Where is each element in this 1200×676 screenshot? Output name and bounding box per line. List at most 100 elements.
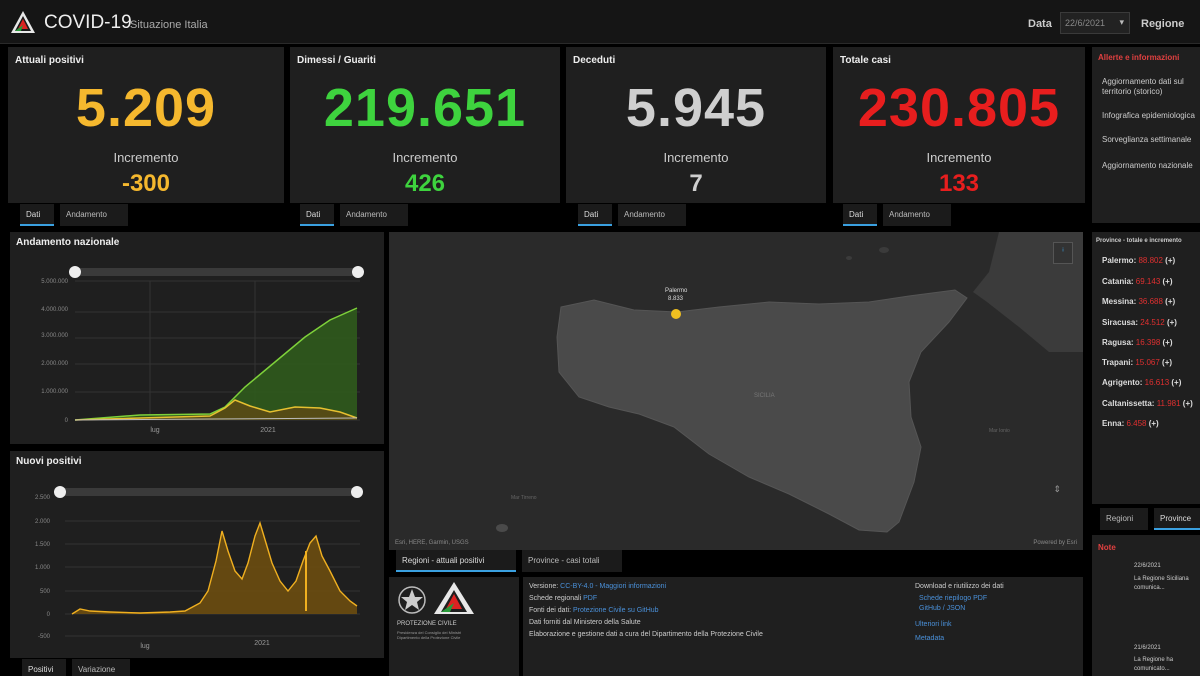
andamento-nazionale-chart: Andamento nazionale 5.000.000 4.000.000 … <box>10 232 384 444</box>
note-date: 22/6/2021 <box>1134 563 1161 569</box>
x-tick: 2021 <box>254 640 270 647</box>
kpi-tabs-3: Dati Andamento <box>578 204 698 226</box>
info-line: Schede regionali PDF <box>529 595 598 602</box>
tab-andamento[interactable]: Andamento <box>60 204 128 226</box>
map-canvas[interactable]: SICILIA Mar Tirreno Mar Ionio <box>389 232 1083 550</box>
y-tick: 4.000.000 <box>41 307 68 313</box>
kpi-value: 5.209 <box>75 78 217 138</box>
time-range-slider-track[interactable] <box>60 488 358 496</box>
kpi-increment-label: Incremento <box>926 150 992 165</box>
kpi-increment: 7 <box>689 170 703 197</box>
x-tick: lug <box>140 643 149 650</box>
time-range-slider-track[interactable] <box>75 268 359 276</box>
links-title: Download e riutilizzo dei dati <box>915 583 1004 590</box>
y-tick: 0 <box>47 612 51 618</box>
tab-dati[interactable]: Dati <box>300 204 334 226</box>
tab-dati[interactable]: Dati <box>843 204 877 226</box>
kpi-increment: 133 <box>938 170 980 197</box>
range-handle-end[interactable] <box>351 486 363 498</box>
zoom-icon[interactable]: ⇕ <box>1053 484 1061 495</box>
range-handle-start[interactable] <box>54 486 66 498</box>
kpi-title: Deceduti <box>573 55 616 66</box>
andamento-plot: 5.000.000 4.000.000 3.000.000 2.000.000 … <box>41 266 364 434</box>
range-handle-end[interactable] <box>352 266 364 278</box>
notes-panel: Note 22/6/2021 La Regione Siciliana comu… <box>1092 535 1200 676</box>
tab-dati[interactable]: Dati <box>578 204 612 226</box>
protezione-civile-logo <box>11 11 35 33</box>
tab-dati[interactable]: Dati <box>20 204 54 226</box>
tab-variazione[interactable]: Variazione <box>72 659 130 676</box>
y-tick: 1.000.000 <box>41 389 68 395</box>
italian-emblem-icon <box>398 586 426 614</box>
y-tick: 2.500 <box>35 495 51 501</box>
download-link[interactable]: Schede riepilogo PDF <box>919 595 987 602</box>
kpi-value: 219.651 <box>323 78 527 138</box>
download-link[interactable]: Metadata <box>915 635 944 642</box>
tab-province-casi-totali[interactable]: Province - casi totali <box>522 550 622 572</box>
tab-andamento[interactable]: Andamento <box>883 204 951 226</box>
y-tick: 3.000.000 <box>41 333 68 339</box>
date-select[interactable]: 22/6/2021 ▾ <box>1060 12 1130 34</box>
github-link[interactable]: Protezione Civile su GitHub <box>573 607 659 614</box>
range-handle-start[interactable] <box>69 266 81 278</box>
kpi-tabs-1: Dati Andamento <box>20 204 140 226</box>
alert-item[interactable]: Aggiornamento nazionale <box>1102 161 1193 170</box>
alert-item[interactable]: Sorveglianza settimanale <box>1102 135 1191 144</box>
y-tick: 1.500 <box>35 542 51 548</box>
palermo-value: 8.833 <box>668 296 684 302</box>
kpi-increment: 426 <box>404 170 446 197</box>
sidebar-tabs: Regioni Province <box>1100 508 1200 530</box>
alert-item[interactable]: Infografica epidemiologica <box>1102 111 1195 120</box>
palermo-marker[interactable] <box>671 309 681 319</box>
kpi-value: 5.945 <box>625 78 767 138</box>
tab-province[interactable]: Province <box>1154 508 1200 530</box>
palermo-label: Palermo <box>665 288 688 294</box>
province-row: Catania: 69.143 (+) <box>1102 277 1173 286</box>
tab-andamento[interactable]: Andamento <box>618 204 686 226</box>
kpi-totale-casi: Totale casi 230.805 Incremento 133 <box>833 47 1085 203</box>
alert-item[interactable]: Aggiornamento dati sul territorio (stori… <box>1102 77 1198 97</box>
tab-positivi[interactable]: Positivi <box>22 659 66 676</box>
info-line: Elaborazione e gestione dati a cura del … <box>529 631 763 638</box>
sea-label: Mar Ionio <box>989 428 1010 434</box>
sea-label: Mar Tirreno <box>511 495 537 501</box>
map-layers-button[interactable]: ⁱ <box>1053 242 1073 264</box>
y-tick: 5.000.000 <box>41 279 68 285</box>
province-title: Province - totale e incremento <box>1096 238 1182 244</box>
kpi-increment-label: Incremento <box>392 150 458 165</box>
y-tick: 0 <box>65 418 69 424</box>
kpi-title: Dimessi / Guariti <box>297 55 376 66</box>
y-tick: 500 <box>40 589 51 595</box>
info-line: Fonti dei dati: Protezione Civile su Git… <box>529 607 659 614</box>
pdf-link[interactable]: PDF <box>583 595 597 602</box>
province-row: Messina: 36.688 (+) <box>1102 297 1176 306</box>
kpi-deceduti: Deceduti 5.945 Incremento 7 <box>566 47 826 203</box>
tab-regioni[interactable]: Regioni <box>1100 508 1148 530</box>
download-link[interactable]: GitHub / JSON <box>919 605 965 612</box>
note-text: La Regione Siciliana comunica... <box>1134 576 1189 591</box>
note-date: 21/6/2021 <box>1134 645 1161 651</box>
kpi-increment-label: Incremento <box>113 150 179 165</box>
alerts-panel: Allerte e informazioni Aggiornamento dat… <box>1092 47 1200 223</box>
tab-regioni-attuali-positivi[interactable]: Regioni - attuali positivi <box>396 550 516 572</box>
x-tick: 2021 <box>260 427 276 434</box>
tab-andamento[interactable]: Andamento <box>340 204 408 226</box>
info-line: Dati forniti dal Ministero della Salute <box>529 619 641 626</box>
kpi-title: Attuali positivi <box>15 55 84 66</box>
province-row: Caltanissetta: 11.981 (+) <box>1102 399 1193 408</box>
y-tick: 2.000.000 <box>41 361 68 367</box>
map-tabs: Regioni - attuali positivi Province - ca… <box>396 550 636 572</box>
kpi-increment: -300 <box>121 170 171 197</box>
region-select-label[interactable]: Regione <box>1141 18 1184 30</box>
note-text: La Regione ha comunicato... <box>1134 657 1174 672</box>
download-link[interactable]: Ulteriori link <box>915 621 952 628</box>
license-link[interactable]: CC-BY-4.0 - Maggiori informazioni <box>560 583 666 590</box>
info-line: Versione: CC-BY-4.0 - Maggiori informazi… <box>529 583 667 590</box>
map-view[interactable]: SICILIA Mar Tirreno Mar Ionio Palermo 8.… <box>389 232 1083 550</box>
notes-title: Note <box>1098 543 1116 552</box>
protezione-civile-logo <box>434 582 474 614</box>
app-title: COVID-19 <box>44 12 132 33</box>
info-panel: Versione: CC-BY-4.0 - Maggiori informazi… <box>523 577 1083 676</box>
y-tick: 2.000 <box>35 519 51 525</box>
province-row: Trapani: 15.067 (+) <box>1102 358 1173 367</box>
